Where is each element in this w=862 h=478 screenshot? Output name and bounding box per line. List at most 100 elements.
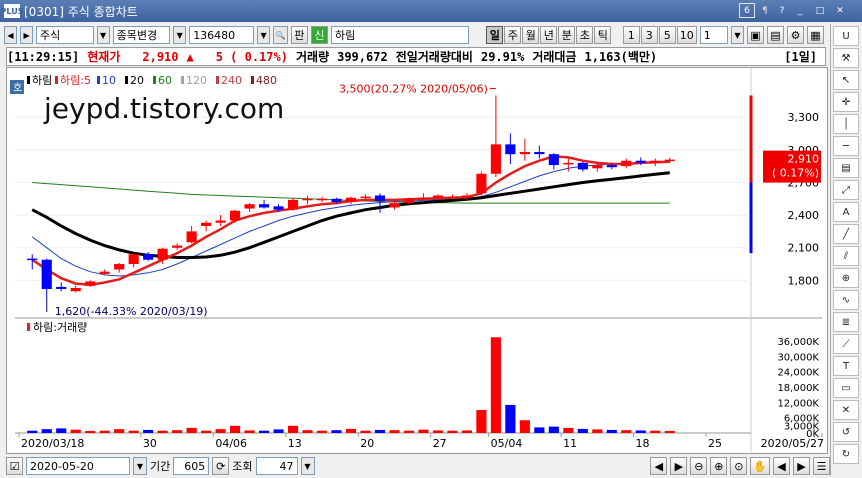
- date-label: 20: [360, 437, 374, 450]
- chevron-down-icon[interactable]: ▼: [96, 26, 110, 44]
- stock-code-input[interactable]: 136480: [189, 26, 255, 44]
- chart-area[interactable]: 1,800 2,100 2,400 2,700 3,000 3,300 0K 3,000K 6,…: [6, 67, 829, 455]
- candle-body: [157, 248, 168, 260]
- window-icon[interactable]: ▭: [833, 378, 859, 398]
- count-input[interactable]: 47: [255, 457, 298, 475]
- candle-body: [563, 162, 574, 165]
- undo-icon[interactable]: ↺: [833, 422, 859, 442]
- price-tick-label: 2,400: [788, 209, 820, 222]
- market-select[interactable]: 주식: [36, 26, 94, 44]
- volume-bar: [201, 430, 212, 433]
- period-button-4[interactable]: 분: [558, 26, 576, 44]
- up-arrow-icon: ▲: [186, 49, 194, 64]
- refresh-icon[interactable]: ⟳: [212, 457, 230, 475]
- interval-input[interactable]: 1: [699, 26, 728, 44]
- hand-icon[interactable]: ✋: [750, 457, 770, 475]
- interval-button-2[interactable]: 5: [658, 26, 676, 44]
- crosshair-icon[interactable]: ✛: [833, 92, 859, 112]
- volume-bar: [592, 429, 603, 433]
- candle-body: [215, 220, 226, 223]
- volume-tick-label: 36,000K: [777, 337, 819, 348]
- volume-bar: [519, 420, 530, 433]
- period-button-3[interactable]: 년: [540, 26, 558, 44]
- legend-item: 240: [221, 74, 242, 87]
- prev-arrow-icon[interactable]: ◀: [4, 26, 18, 44]
- chevron-down-icon[interactable]: ▼: [173, 26, 187, 44]
- parallel-icon[interactable]: ⫽: [833, 246, 859, 266]
- cursor-icon[interactable]: ↖: [833, 70, 859, 90]
- interval-button-3[interactable]: 10: [676, 26, 697, 44]
- zoom-out-icon[interactable]: ⊖: [690, 457, 708, 475]
- reset-icon[interactable]: ⊙: [730, 457, 748, 475]
- period-button-2[interactable]: 월: [522, 26, 540, 44]
- current-price: 2,910: [142, 49, 179, 64]
- volume-legend-swatch: [27, 323, 30, 331]
- volume-bar: [403, 430, 415, 433]
- period-button-6[interactable]: 틱: [594, 26, 612, 44]
- calendar-icon[interactable]: ☑: [6, 457, 23, 475]
- close-icon[interactable]: ✕: [832, 3, 848, 18]
- vline-icon[interactable]: │: [833, 114, 859, 134]
- volume-bar: [302, 430, 313, 433]
- layout-icon[interactable]: ▤: [767, 26, 784, 44]
- period-button-5[interactable]: 초: [576, 26, 594, 44]
- list-icon[interactable]: ☰: [813, 457, 830, 475]
- tab-number-button[interactable]: 6: [739, 3, 755, 18]
- interval-button-0[interactable]: 1: [622, 26, 640, 44]
- pan-button[interactable]: 판: [290, 26, 308, 44]
- zoom-in-icon[interactable]: ⊕: [710, 457, 728, 475]
- candle-body: [403, 198, 415, 204]
- chevron-down-icon[interactable]: ▼: [730, 26, 744, 44]
- shin-badge[interactable]: 신: [310, 26, 328, 44]
- search-icon[interactable]: 🔍: [273, 26, 288, 44]
- volume-label: 거래량: [295, 50, 330, 64]
- volume-bar: [230, 425, 241, 433]
- next-arrow-icon[interactable]: ▶: [20, 26, 34, 44]
- config-icon[interactable]: ▦: [807, 26, 824, 44]
- tool-icon[interactable]: ⚒: [833, 48, 859, 68]
- pin-icon[interactable]: ¶: [757, 3, 773, 18]
- wave-icon[interactable]: ∿: [833, 290, 859, 310]
- date-label: 05/04: [491, 437, 523, 450]
- hline-icon[interactable]: ─: [833, 136, 859, 156]
- candle-body: [447, 196, 458, 199]
- candle-body: [345, 197, 357, 203]
- scroll-left-icon[interactable]: ◀: [650, 457, 668, 475]
- chevron-down-icon[interactable]: ▼: [257, 26, 271, 44]
- volume-legend-label: 하림:거래량: [33, 320, 87, 334]
- zoom-icon[interactable]: ⊕: [833, 268, 859, 288]
- chart-svg[interactable]: 1,8002,1002,4002,7003,0003,3000K3,000K6,…: [7, 68, 829, 455]
- trendline-icon[interactable]: ╱: [833, 224, 859, 244]
- auto-icon[interactable]: A: [833, 202, 859, 222]
- settings-icon[interactable]: ⚙: [787, 26, 804, 44]
- help-icon[interactable]: ?: [774, 3, 790, 18]
- text-icon[interactable]: T: [833, 356, 859, 376]
- minimize-icon[interactable]: _: [792, 3, 808, 18]
- prev-ratio-label: 전일거래량대비: [395, 50, 473, 64]
- date-input[interactable]: 2020-05-20: [26, 457, 130, 475]
- period-button-1[interactable]: 주: [504, 26, 522, 44]
- scroll-right-icon[interactable]: ▶: [670, 457, 688, 475]
- change-stock-select[interactable]: 종목변경: [112, 26, 171, 44]
- volume-tick-label: 6,000K: [784, 414, 820, 425]
- candle-body: [534, 152, 545, 155]
- period-input[interactable]: 605: [173, 457, 210, 475]
- chevron-down-icon[interactable]: ▼: [133, 457, 147, 475]
- chevron-down-icon[interactable]: ▼: [300, 457, 315, 475]
- save-icon[interactable]: ▣: [747, 26, 764, 44]
- fullscreen-icon[interactable]: ⤢: [833, 180, 859, 200]
- line-chart-icon[interactable]: ⟋: [833, 334, 859, 354]
- delete-icon[interactable]: ✕: [833, 400, 859, 420]
- redo-icon[interactable]: ↻: [833, 444, 859, 464]
- fib-icon[interactable]: ≣: [833, 312, 859, 332]
- maximize-icon[interactable]: □: [812, 3, 828, 18]
- page-left-icon[interactable]: ◀: [773, 457, 790, 475]
- candle-body: [606, 165, 617, 168]
- period-button-0[interactable]: 일: [486, 26, 504, 44]
- page-right-icon[interactable]: ▶: [793, 457, 810, 475]
- volume-bar: [563, 427, 574, 433]
- stock-code-value: 136480: [193, 28, 236, 42]
- report-icon[interactable]: ▤: [833, 158, 859, 178]
- interval-button-1[interactable]: 3: [640, 26, 658, 44]
- magnet-icon[interactable]: U: [833, 26, 859, 46]
